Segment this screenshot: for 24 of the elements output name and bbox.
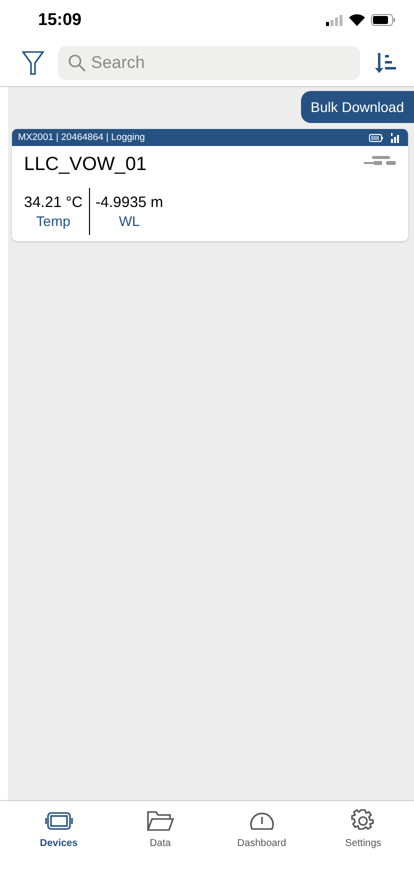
tab-bar-item[interactable]: Settings (323, 807, 404, 869)
status-time: 15:09 (38, 10, 82, 30)
battery-icon (371, 14, 396, 26)
battery-icon (369, 134, 384, 142)
signal-icon (326, 14, 343, 26)
tab-bar-item[interactable]: Devices (18, 807, 99, 869)
search-icon (68, 54, 86, 72)
device-header: MX2001 | 20464864 | Logging (18, 132, 145, 143)
bulk-download-button[interactable]: Bulk Download (300, 91, 414, 123)
sort-icon[interactable] (374, 51, 398, 75)
sensor-icon (362, 154, 398, 168)
reading-label: WL (118, 213, 140, 229)
tab-bar-item[interactable]: Dashboard (222, 807, 302, 869)
tab-bar-item[interactable]: Data (120, 807, 200, 869)
search-field[interactable]: Search (58, 46, 360, 80)
filter-icon[interactable] (22, 50, 44, 76)
signal-icon (390, 132, 402, 142)
wifi-icon (349, 14, 365, 26)
reading-value: -4.9935 m (96, 194, 164, 211)
device-card[interactable]: MX2001 | 20464864 | Logging LLC_VOW_01 34.21 °C Temp -4.9935 m WL (12, 129, 408, 241)
folder-icon (145, 808, 176, 834)
device-name: LLC_VOW_01 (24, 154, 147, 176)
reading-label: Temp (36, 213, 70, 229)
reading-value: 34.21 °C (24, 194, 83, 211)
